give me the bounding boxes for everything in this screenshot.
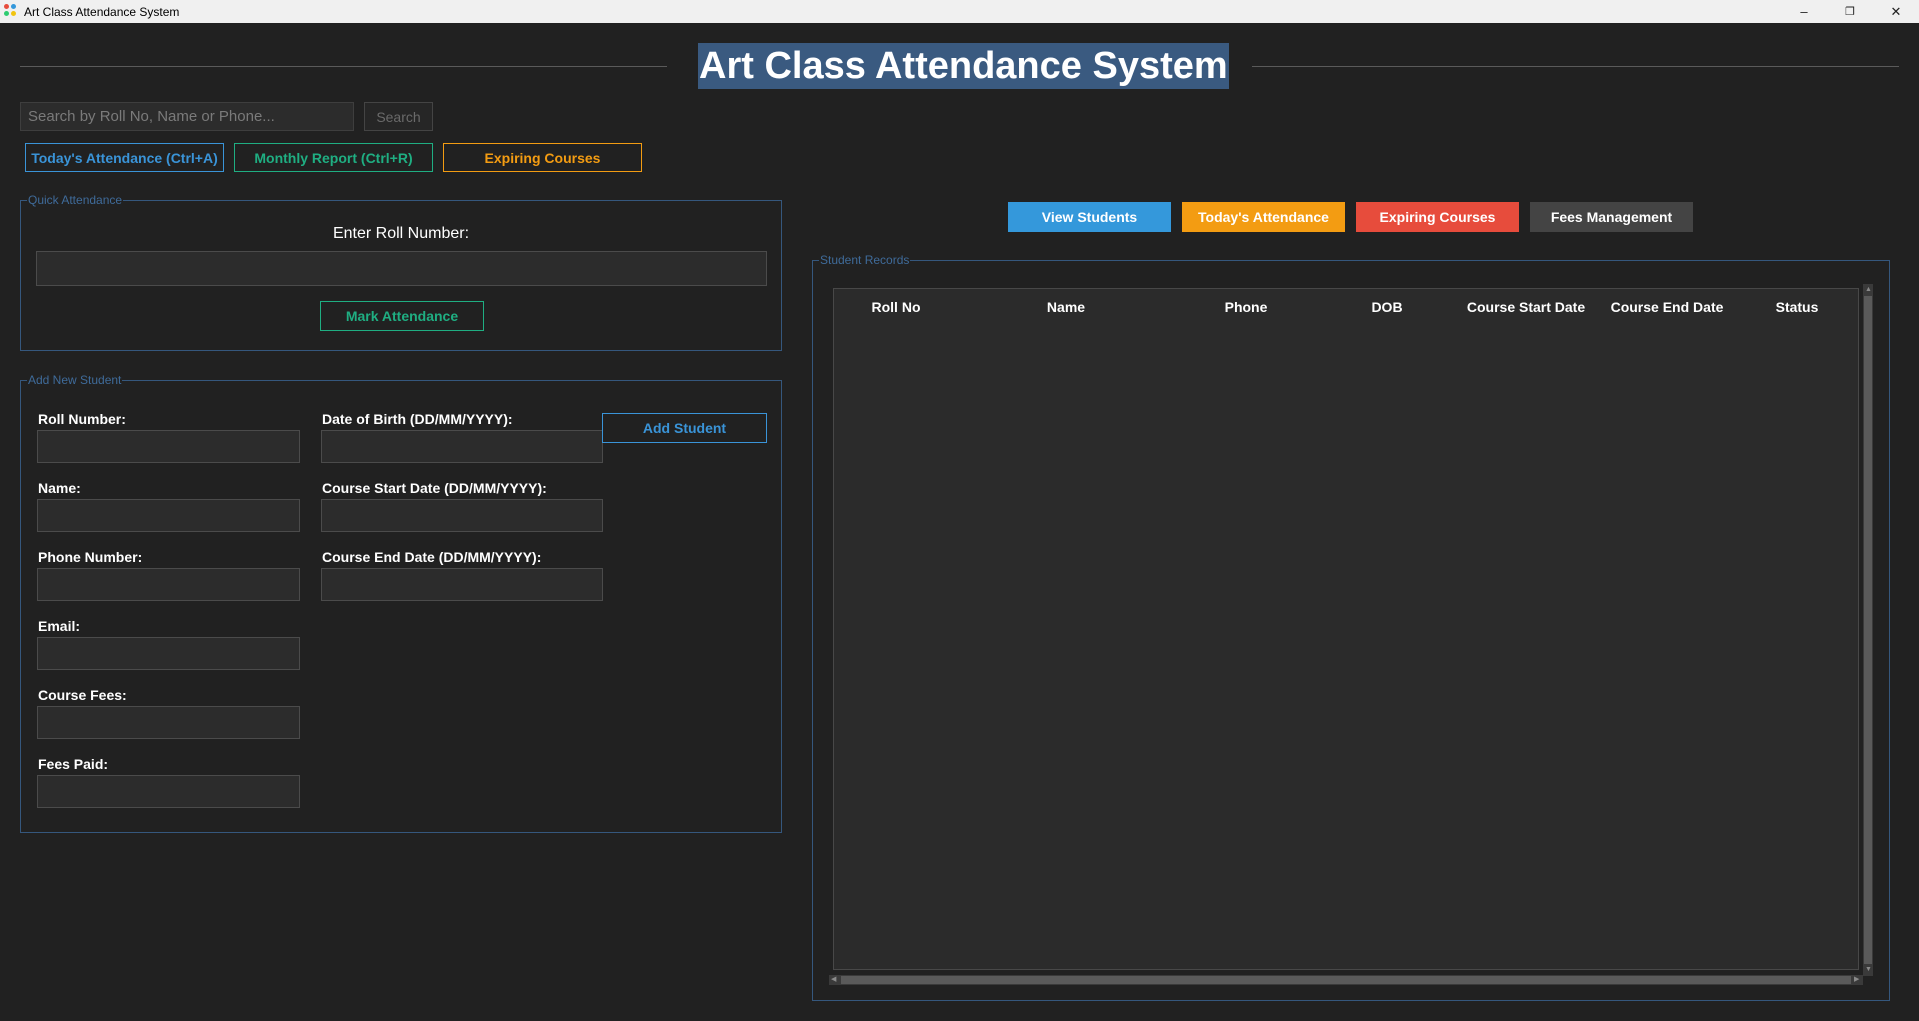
email-input[interactable] xyxy=(37,637,300,670)
name-label: Name: xyxy=(38,480,81,496)
course-start-date-input[interactable] xyxy=(321,499,603,532)
student-records-table[interactable]: Roll No Name Phone DOB Course Start Date… xyxy=(833,288,1859,970)
roll-number-prompt: Enter Roll Number: xyxy=(332,225,470,242)
course-end-date-input[interactable] xyxy=(321,568,603,601)
table-vertical-scrollbar[interactable]: ▲ ▼ xyxy=(1863,284,1873,976)
mark-attendance-button[interactable]: Mark Attendance xyxy=(320,301,484,331)
expiring-courses-tab[interactable]: Expiring Courses xyxy=(1356,202,1519,232)
vertical-scroll-thumb[interactable] xyxy=(1864,296,1872,964)
fees-management-tab[interactable]: Fees Management xyxy=(1530,202,1693,232)
column-header-course-end-date[interactable]: Course End Date xyxy=(1611,299,1724,315)
minimize-button[interactable]: – xyxy=(1781,0,1827,23)
dob-label: Date of Birth (DD/MM/YYYY): xyxy=(322,411,513,427)
view-students-tab[interactable]: View Students xyxy=(1008,202,1171,232)
phone-number-label: Phone Number: xyxy=(38,549,143,565)
course-start-date-label: Course Start Date (DD/MM/YYYY): xyxy=(322,480,547,496)
quick-attendance-group: Quick Attendance Enter Roll Number: Mark… xyxy=(20,194,782,351)
table-horizontal-scrollbar[interactable]: ◀ ▶ xyxy=(829,975,1863,985)
roll-number-input[interactable] xyxy=(37,430,300,463)
close-button[interactable]: ✕ xyxy=(1873,0,1919,23)
student-records-legend: Student Records xyxy=(819,253,911,267)
header-divider-left xyxy=(20,66,667,67)
add-student-group: Add New Student Roll Number: Name: Phone… xyxy=(20,374,782,833)
quick-attendance-legend: Quick Attendance xyxy=(27,193,124,207)
window-title: Art Class Attendance System xyxy=(24,5,180,19)
scroll-right-arrow-icon[interactable]: ▶ xyxy=(1854,976,1859,984)
close-icon: ✕ xyxy=(1890,3,1902,19)
search-input[interactable] xyxy=(20,102,354,131)
email-label: Email: xyxy=(38,618,81,634)
add-student-legend: Add New Student xyxy=(27,373,123,387)
course-fees-input[interactable] xyxy=(37,706,300,739)
restore-button[interactable]: ❐ xyxy=(1827,0,1873,23)
add-student-button[interactable]: Add Student xyxy=(602,413,767,443)
scroll-left-arrow-icon[interactable]: ◀ xyxy=(831,976,836,984)
course-fees-label: Course Fees: xyxy=(38,687,127,703)
name-input[interactable] xyxy=(37,499,300,532)
window-titlebar: Art Class Attendance System – ❐ ✕ xyxy=(0,0,1919,23)
column-header-phone[interactable]: Phone xyxy=(1225,299,1268,315)
course-end-date-label: Course End Date (DD/MM/YYYY): xyxy=(322,549,542,565)
column-header-roll-no[interactable]: Roll No xyxy=(872,299,921,315)
header-divider-right xyxy=(1252,66,1899,67)
horizontal-scroll-thumb[interactable] xyxy=(841,976,1851,984)
todays-attendance-tab[interactable]: Today's Attendance xyxy=(1182,202,1345,232)
scroll-down-arrow-icon[interactable]: ▼ xyxy=(1865,966,1872,974)
scroll-up-arrow-icon[interactable]: ▲ xyxy=(1865,286,1872,294)
column-header-course-start-date[interactable]: Course Start Date xyxy=(1467,299,1585,315)
todays-attendance-shortcut-button[interactable]: Today's Attendance (Ctrl+A) xyxy=(25,143,224,172)
column-header-name[interactable]: Name xyxy=(1047,299,1085,315)
minimize-icon: – xyxy=(1800,4,1808,19)
fees-paid-label: Fees Paid: xyxy=(38,756,109,772)
app-palette-icon xyxy=(4,4,18,18)
page-title: Art Class Attendance System xyxy=(698,43,1229,89)
quick-roll-number-input[interactable] xyxy=(36,251,767,286)
monthly-report-shortcut-button[interactable]: Monthly Report (Ctrl+R) xyxy=(234,143,433,172)
restore-icon: ❐ xyxy=(1845,6,1855,18)
expiring-courses-shortcut-button[interactable]: Expiring Courses xyxy=(443,143,642,172)
phone-number-input[interactable] xyxy=(37,568,300,601)
dob-input[interactable] xyxy=(321,430,603,463)
column-header-dob[interactable]: DOB xyxy=(1371,299,1402,315)
column-header-status[interactable]: Status xyxy=(1776,299,1819,315)
fees-paid-input[interactable] xyxy=(37,775,300,808)
roll-number-label: Roll Number: xyxy=(38,411,126,427)
search-button[interactable]: Search xyxy=(364,102,433,131)
